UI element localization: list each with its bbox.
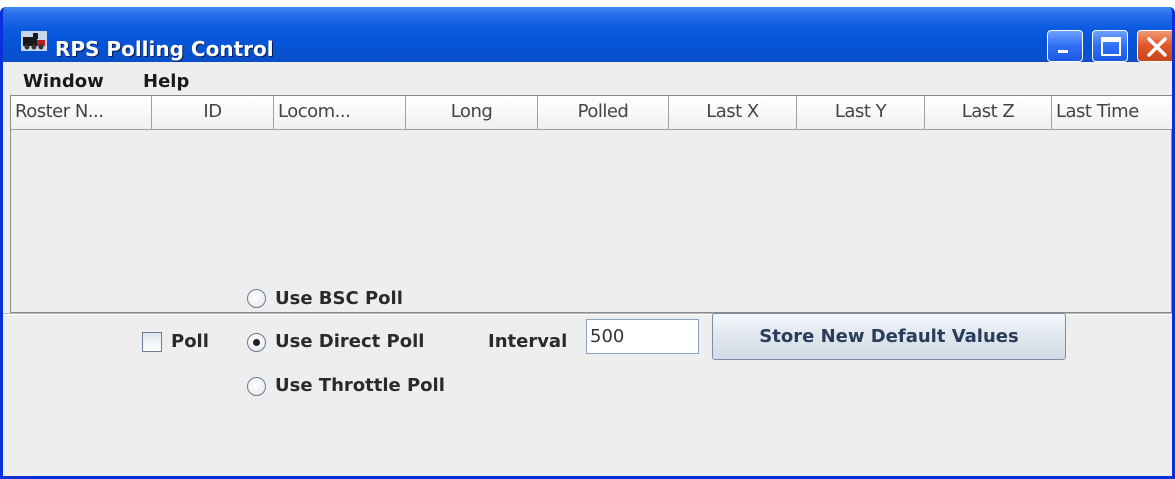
radio-use-throttle-poll[interactable] xyxy=(247,377,266,396)
polling-table[interactable]: Roster N... ID Locom... Long Polled Last… xyxy=(10,95,1172,313)
column-header-polled[interactable]: Polled xyxy=(538,96,669,130)
label-use-bsc-poll: Use BSC Poll xyxy=(275,288,403,309)
column-header-last-x[interactable]: Last X xyxy=(669,96,797,130)
rps-polling-window: RPS Polling Control Window Help Roster N… xyxy=(0,7,1175,479)
radio-use-bsc-poll[interactable] xyxy=(247,289,266,308)
label-use-direct-poll: Use Direct Poll xyxy=(275,331,425,352)
column-header-roster-name[interactable]: Roster N... xyxy=(11,96,152,130)
minimize-button[interactable] xyxy=(1047,30,1083,62)
title-bar[interactable]: RPS Polling Control xyxy=(3,7,1172,62)
column-header-last-y[interactable]: Last Y xyxy=(797,96,925,130)
label-use-throttle-poll: Use Throttle Poll xyxy=(275,375,445,396)
client-area: Window Help Roster N... ID Locom... Long… xyxy=(3,62,1172,476)
window-title: RPS Polling Control xyxy=(55,37,274,61)
maximize-button[interactable] xyxy=(1092,30,1128,62)
poll-label: Poll xyxy=(171,331,209,352)
poll-checkbox[interactable] xyxy=(142,332,162,352)
menu-bar: Window Help xyxy=(3,62,1172,95)
close-icon xyxy=(1147,37,1167,57)
radio-use-direct-poll[interactable] xyxy=(247,333,266,352)
railroad-app-icon xyxy=(21,31,47,51)
maximize-icon xyxy=(1101,37,1121,56)
column-header-long[interactable]: Long xyxy=(406,96,538,130)
interval-label: Interval xyxy=(488,331,568,352)
column-header-last-z[interactable]: Last Z xyxy=(925,96,1052,130)
minimize-icon xyxy=(1058,50,1068,53)
column-header-locomotive[interactable]: Locom... xyxy=(274,96,406,130)
column-header-last-time[interactable]: Last Time xyxy=(1052,96,1172,130)
column-header-id[interactable]: ID xyxy=(152,96,274,130)
menu-window[interactable]: Window xyxy=(23,71,104,92)
close-button[interactable] xyxy=(1137,30,1172,62)
interval-input[interactable]: 500 xyxy=(586,319,699,354)
menu-help[interactable]: Help xyxy=(143,71,189,92)
store-default-values-button[interactable]: Store New Default Values xyxy=(712,313,1066,360)
table-header: Roster N... ID Locom... Long Polled Last… xyxy=(11,96,1172,130)
